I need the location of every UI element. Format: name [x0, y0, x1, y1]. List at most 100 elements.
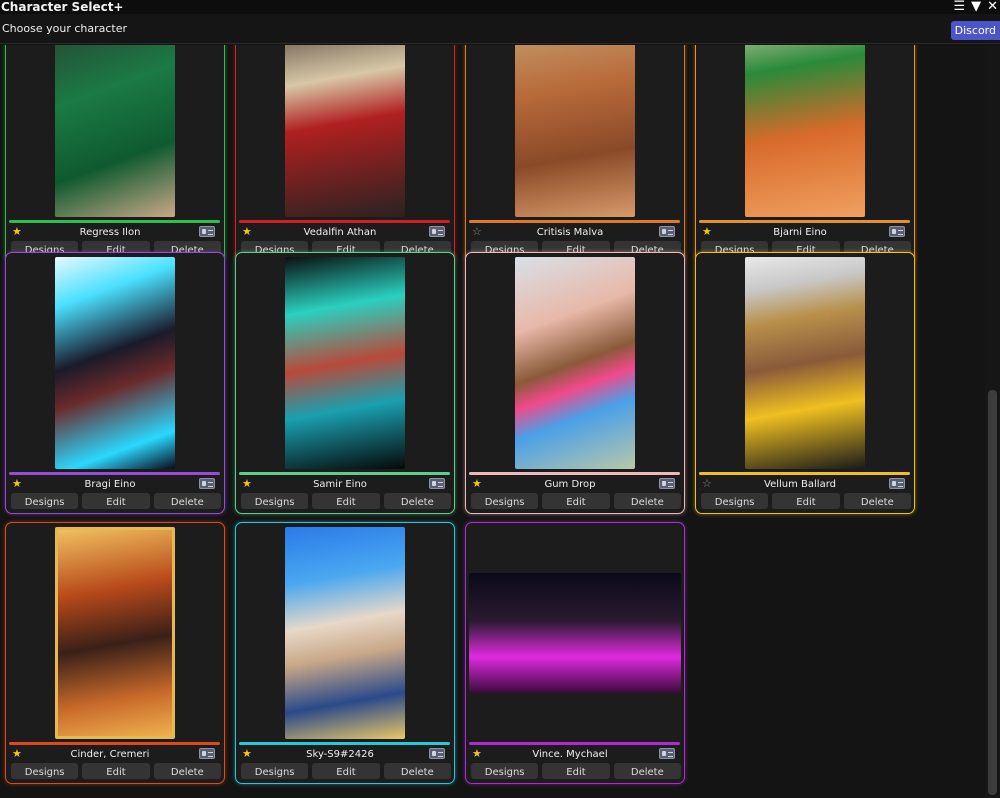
- character-card[interactable]: ★ Vince. Mychael Designs Edit Delete: [465, 522, 685, 784]
- edit-button[interactable]: Edit: [82, 493, 150, 509]
- character-portrait: [745, 257, 865, 469]
- character-portrait: [469, 573, 681, 693]
- id-card-icon[interactable]: [199, 478, 215, 489]
- edit-button[interactable]: Edit: [542, 763, 610, 779]
- character-name: Gum Drop: [544, 479, 596, 490]
- character-card[interactable]: ★ Vedalfin Athan Designs Edit Delete: [235, 45, 455, 262]
- favorite-star-icon[interactable]: ★: [12, 226, 22, 238]
- delete-button[interactable]: Delete: [383, 493, 451, 509]
- favorite-star-icon[interactable]: ★: [12, 748, 22, 760]
- window-title: Character Select+: [1, 0, 124, 14]
- favorite-star-icon[interactable]: ★: [12, 478, 22, 490]
- character-grid: ★ Regress Ilon Designs Edit Delete ★ Ved…: [0, 45, 985, 798]
- delete-button[interactable]: Delete: [843, 493, 911, 509]
- character-card[interactable]: ☆ Critisis Malva Designs Edit Delete: [465, 45, 685, 262]
- character-card[interactable]: ☆ Vellum Ballard Designs Edit Delete: [695, 252, 915, 514]
- id-card-icon[interactable]: [429, 478, 445, 489]
- favorite-star-icon[interactable]: ★: [472, 478, 482, 490]
- character-portrait: [55, 45, 175, 217]
- id-card-icon[interactable]: [659, 748, 675, 759]
- favorite-star-icon[interactable]: ☆: [472, 226, 482, 238]
- delete-button[interactable]: Delete: [153, 763, 221, 779]
- id-card-icon[interactable]: [199, 748, 215, 759]
- designs-button[interactable]: Designs: [471, 493, 539, 509]
- edit-button[interactable]: Edit: [312, 493, 380, 509]
- character-name: Sky-S9#2426: [306, 749, 374, 760]
- page-subtitle: Choose your character: [2, 22, 128, 35]
- character-card[interactable]: ★ Regress Ilon Designs Edit Delete: [5, 45, 225, 262]
- edit-button[interactable]: Edit: [82, 763, 150, 779]
- character-name: Bragi Eino: [84, 479, 136, 490]
- character-card[interactable]: ★ Bragi Eino Designs Edit Delete: [5, 252, 225, 514]
- card-actions: Designs Edit Delete: [241, 763, 451, 779]
- character-portrait: [515, 45, 635, 217]
- id-card-icon[interactable]: [889, 478, 905, 489]
- delete-button[interactable]: Delete: [153, 493, 221, 509]
- id-card-icon[interactable]: [659, 226, 675, 237]
- character-name: Vince. Mychael: [532, 749, 608, 760]
- card-color-bar: [469, 742, 680, 745]
- character-portrait: [55, 527, 175, 739]
- header-bar: Choose your character Discord: [0, 14, 1000, 44]
- close-icon[interactable]: ✕: [987, 0, 998, 13]
- card-color-bar: [469, 220, 680, 223]
- favorite-star-icon[interactable]: ☆: [702, 478, 712, 490]
- card-actions: Designs Edit Delete: [11, 493, 221, 509]
- character-name: Vedalfin Athan: [303, 227, 377, 238]
- character-name: Vellum Ballard: [764, 479, 836, 490]
- id-card-icon[interactable]: [659, 478, 675, 489]
- edit-button[interactable]: Edit: [772, 493, 840, 509]
- vertical-scrollbar[interactable]: [985, 45, 1000, 798]
- favorite-star-icon[interactable]: ★: [472, 748, 482, 760]
- card-actions: Designs Edit Delete: [241, 493, 451, 509]
- id-card-icon[interactable]: [199, 226, 215, 237]
- card-color-bar: [9, 220, 220, 223]
- favorite-star-icon[interactable]: ★: [702, 226, 712, 238]
- card-color-bar: [9, 472, 220, 475]
- card-color-bar: [469, 472, 680, 475]
- character-portrait: [285, 527, 405, 739]
- designs-button[interactable]: Designs: [241, 763, 309, 779]
- edit-button[interactable]: Edit: [312, 763, 380, 779]
- character-card[interactable]: ★ Gum Drop Designs Edit Delete: [465, 252, 685, 514]
- window-controls: ☰ ▼ ✕: [953, 0, 998, 13]
- collapse-icon[interactable]: ▼: [971, 0, 981, 13]
- designs-button[interactable]: Designs: [241, 493, 309, 509]
- character-name: Critisis Malva: [536, 227, 604, 238]
- character-name: Samir Eino: [313, 479, 367, 490]
- edit-button[interactable]: Edit: [542, 493, 610, 509]
- character-card[interactable]: ★ Cinder, Cremeri Designs Edit Delete: [5, 522, 225, 784]
- character-portrait: [285, 45, 405, 217]
- character-card[interactable]: ★ Bjarni Eino Designs Edit Delete: [695, 45, 915, 262]
- menu-icon[interactable]: ☰: [953, 0, 965, 13]
- character-name: Regress Ilon: [79, 227, 141, 238]
- favorite-star-icon[interactable]: ★: [242, 226, 252, 238]
- character-name: Bjarni Eino: [773, 227, 827, 238]
- character-portrait: [515, 257, 635, 469]
- id-card-icon[interactable]: [429, 748, 445, 759]
- card-actions: Designs Edit Delete: [11, 763, 221, 779]
- card-color-bar: [699, 220, 910, 223]
- discord-button[interactable]: Discord: [950, 21, 1000, 40]
- favorite-star-icon[interactable]: ★: [242, 748, 252, 760]
- id-card-icon[interactable]: [429, 226, 445, 237]
- id-card-icon[interactable]: [889, 226, 905, 237]
- delete-button[interactable]: Delete: [613, 763, 681, 779]
- delete-button[interactable]: Delete: [613, 493, 681, 509]
- designs-button[interactable]: Designs: [471, 763, 539, 779]
- delete-button[interactable]: Delete: [383, 763, 451, 779]
- character-portrait: [55, 257, 175, 469]
- designs-button[interactable]: Designs: [11, 763, 79, 779]
- card-color-bar: [239, 742, 450, 745]
- card-actions: Designs Edit Delete: [471, 763, 681, 779]
- card-actions: Designs Edit Delete: [701, 493, 911, 509]
- designs-button[interactable]: Designs: [11, 493, 79, 509]
- card-actions: Designs Edit Delete: [471, 493, 681, 509]
- character-card[interactable]: ★ Samir Eino Designs Edit Delete: [235, 252, 455, 514]
- favorite-star-icon[interactable]: ★: [242, 478, 252, 490]
- character-portrait: [285, 257, 405, 469]
- character-card[interactable]: ★ Sky-S9#2426 Designs Edit Delete: [235, 522, 455, 784]
- card-color-bar: [239, 220, 450, 223]
- scrollbar-thumb[interactable]: [988, 390, 997, 795]
- designs-button[interactable]: Designs: [701, 493, 769, 509]
